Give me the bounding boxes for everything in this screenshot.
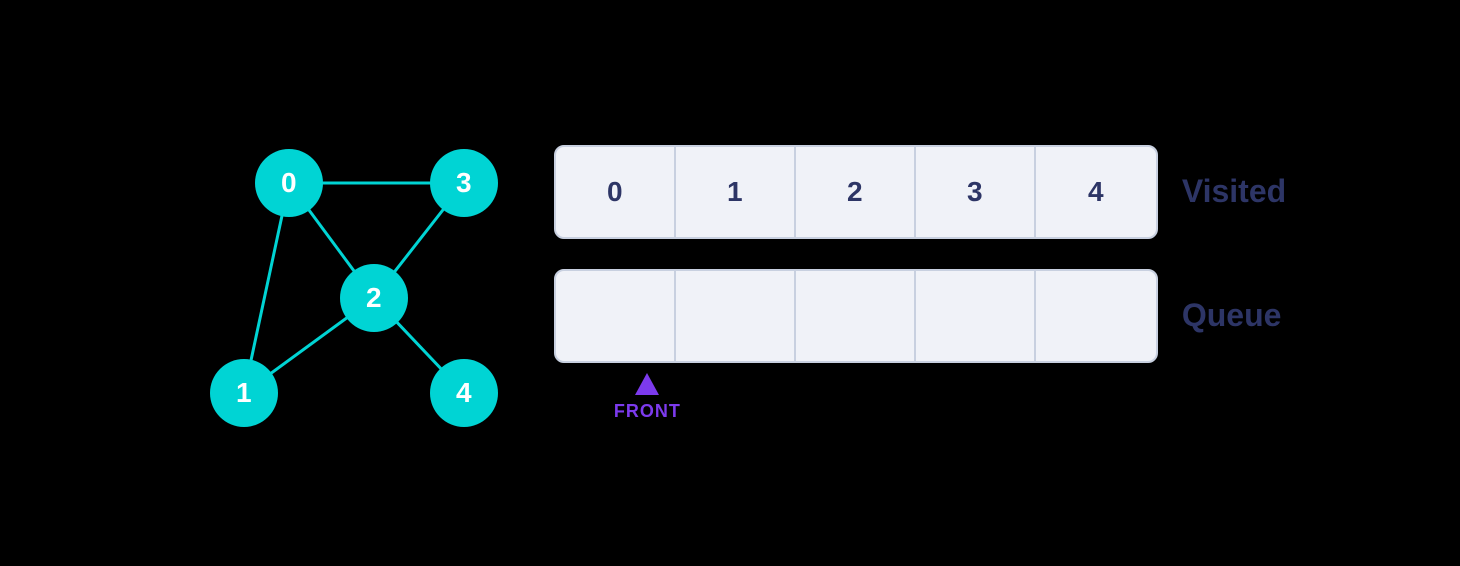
queue-array — [554, 269, 1158, 363]
front-wrapper: FRONT — [554, 363, 681, 422]
front-arrow-icon — [635, 373, 659, 395]
visited-cell-2: 2 — [796, 147, 916, 237]
right-panel: 0 1 2 3 4 Visited Queue — [554, 145, 1286, 422]
visited-row: 0 1 2 3 4 Visited — [554, 145, 1286, 239]
node-3: 3 — [430, 149, 498, 217]
node-0: 0 — [255, 149, 323, 217]
queue-cell-3 — [916, 271, 1036, 361]
queue-cell-0 — [556, 271, 676, 361]
queue-cell-4 — [1036, 271, 1156, 361]
queue-cell-1 — [676, 271, 796, 361]
visited-label: Visited — [1182, 173, 1286, 210]
node-4: 4 — [430, 359, 498, 427]
visited-array: 0 1 2 3 4 — [554, 145, 1158, 239]
main-container: 0 1 2 3 4 0 1 2 3 4 Visited — [134, 53, 1326, 513]
queue-cell-2 — [796, 271, 916, 361]
visited-cell-0: 0 — [556, 147, 676, 237]
graph-area: 0 1 2 3 4 — [174, 93, 494, 473]
front-area: FRONT — [614, 373, 681, 422]
visited-cell-1: 1 — [676, 147, 796, 237]
node-1: 1 — [210, 359, 278, 427]
queue-wrapper: Queue FRONT — [554, 269, 1282, 422]
node-2: 2 — [340, 264, 408, 332]
visited-cell-3: 3 — [916, 147, 1036, 237]
queue-row: Queue — [554, 269, 1282, 363]
queue-label: Queue — [1182, 297, 1282, 334]
front-label: FRONT — [614, 401, 681, 422]
visited-cell-4: 4 — [1036, 147, 1156, 237]
